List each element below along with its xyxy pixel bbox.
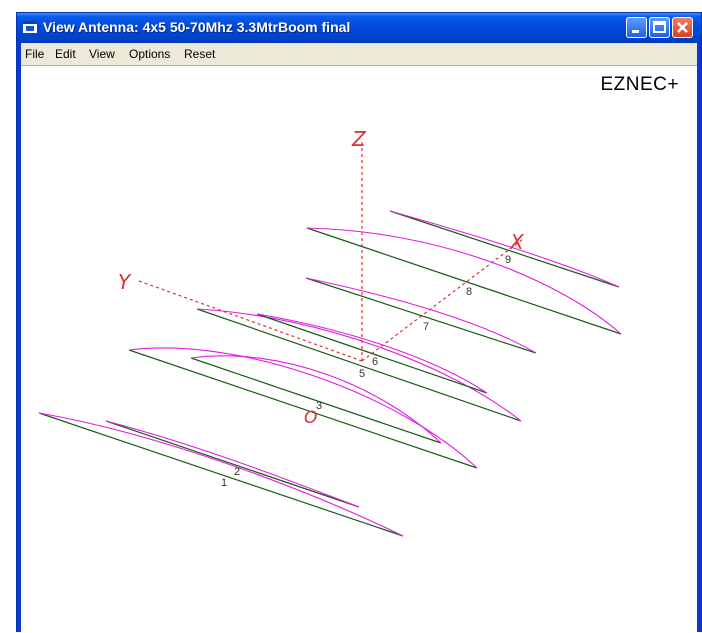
menu-bar: File Edit View Options Reset [21,43,697,66]
close-button[interactable] [672,17,693,38]
wire-element-3 [196,308,522,422]
antenna-view-canvas[interactable]: EZNEC+ Z Y X 1 2 3 O 5 6 7 8 9 [21,66,697,633]
wire-label-9: 9 [505,254,511,266]
wire-label-2: 2 [234,466,240,478]
z-axis-label: Z [351,127,367,151]
menu-file[interactable]: File [25,47,44,61]
y-axis-label: Y [118,270,132,294]
x-axis-label: X [509,230,525,254]
menu-edit[interactable]: Edit [55,47,76,61]
wire-element-1b [105,420,360,508]
wire-label-1: 1 [221,477,227,489]
wire-element-4 [305,277,537,354]
close-icon [677,22,688,33]
wire-label-7: 7 [423,321,429,333]
wire-element-5 [306,227,622,335]
maximize-icon [653,21,666,33]
y-axis-line [138,280,363,362]
wire-label-5: 5 [359,368,365,380]
antenna-3d-view: Z Y X 1 2 3 O 5 6 7 8 9 [38,127,622,537]
minimize-icon [632,30,639,33]
minimize-button[interactable] [626,17,647,38]
x-axis-line [361,238,524,362]
menu-reset[interactable]: Reset [184,47,215,61]
app-icon [23,21,37,33]
menu-view[interactable]: View [89,47,115,61]
wire-element-2 [128,349,478,469]
antenna-view-window: View Antenna: 4x5 50-70Mhz 3.3MtrBoom fi… [16,12,702,633]
window-title: View Antenna: 4x5 50-70Mhz 3.3MtrBoom fi… [43,19,351,35]
wire-label-6: 6 [372,356,378,368]
title-bar[interactable]: View Antenna: 4x5 50-70Mhz 3.3MtrBoom fi… [17,13,701,43]
source-marker: O [304,408,317,428]
wire-label-8: 8 [466,286,472,298]
maximize-button[interactable] [649,17,670,38]
menu-options[interactable]: Options [129,47,170,61]
wire-element-6 [389,210,620,288]
wire-element-1 [38,412,404,537]
